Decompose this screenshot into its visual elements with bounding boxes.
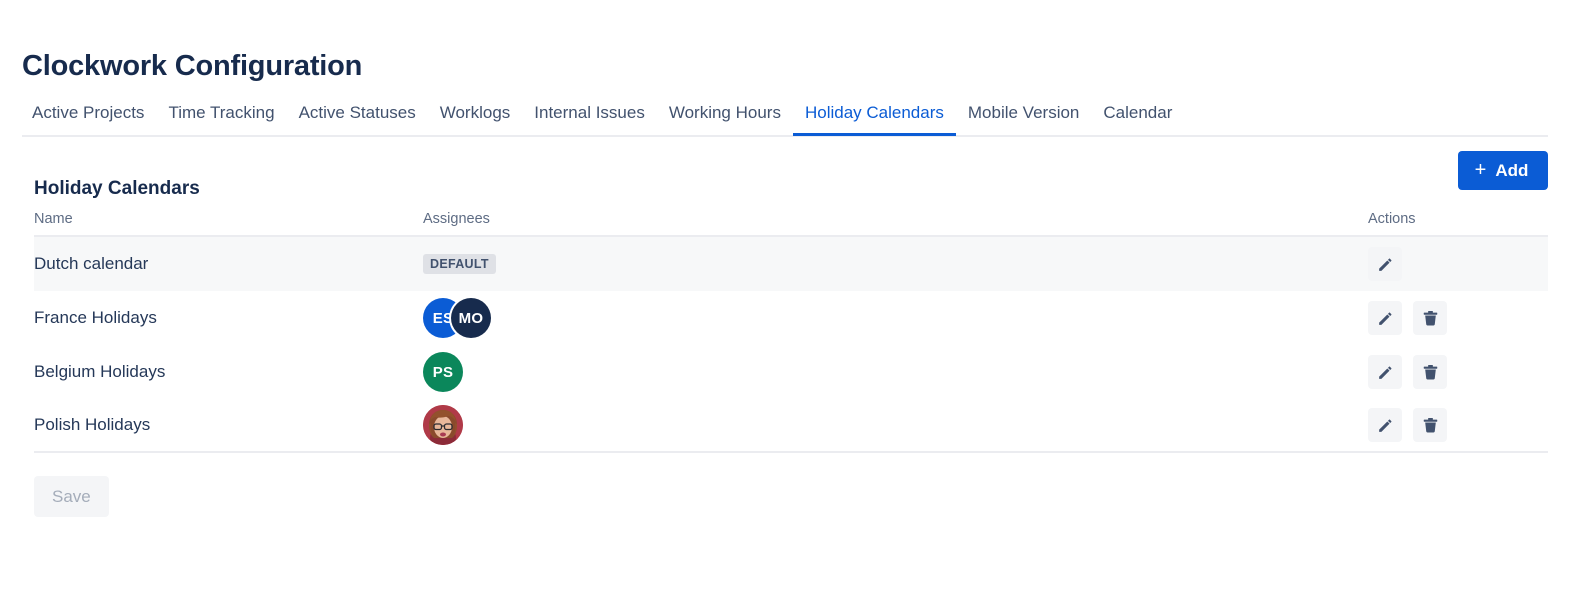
cell-actions [1368, 408, 1548, 442]
table-row[interactable]: Belgium Holidays PS [34, 345, 1548, 399]
table-row[interactable]: Polish Holidays [34, 399, 1548, 453]
tab-working-hours[interactable]: Working Hours [657, 103, 793, 134]
avatar-group: PS [423, 352, 1368, 392]
cell-name: Dutch calendar [34, 253, 423, 275]
delete-button[interactable] [1413, 355, 1447, 389]
tab-time-tracking[interactable]: Time Tracking [156, 103, 286, 134]
tab-calendar[interactable]: Calendar [1091, 103, 1184, 134]
tab-holiday-calendars[interactable]: Holiday Calendars [793, 103, 956, 134]
cell-assignees: PS [423, 352, 1368, 392]
calendar-name: Polish Holidays [34, 415, 150, 434]
tab-bar: Active ProjectsTime TrackingActive Statu… [22, 103, 1548, 137]
pencil-icon [1376, 255, 1395, 274]
tab-mobile-version[interactable]: Mobile Version [956, 103, 1092, 134]
cell-name: Polish Holidays [34, 414, 423, 436]
edit-button[interactable] [1368, 355, 1402, 389]
tab-active-statuses[interactable]: Active Statuses [287, 103, 428, 134]
add-button-label: Add [1495, 161, 1528, 181]
pencil-icon [1376, 416, 1395, 435]
cell-actions [1368, 355, 1548, 389]
avatar-group [423, 405, 1368, 445]
avatar[interactable] [423, 405, 463, 445]
trash-icon [1421, 309, 1440, 328]
column-header-actions: Actions [1368, 210, 1548, 228]
page-title: Clockwork Configuration [22, 47, 362, 85]
cell-name: France Holidays [34, 307, 423, 329]
trash-icon [1421, 416, 1440, 435]
avatar-initials: MO [459, 310, 484, 327]
calendar-name: Dutch calendar [34, 254, 148, 273]
table-header-row: Name Assignees Actions [34, 205, 1548, 237]
tab-internal-issues[interactable]: Internal Issues [522, 103, 657, 134]
cell-actions [1368, 247, 1548, 281]
edit-button[interactable] [1368, 247, 1402, 281]
cell-assignees: DEFAULT [423, 254, 1368, 274]
add-button[interactable]: + Add [1458, 151, 1548, 190]
pencil-icon [1376, 309, 1395, 328]
row-actions [1368, 247, 1548, 281]
holiday-calendars-table: Name Assignees Actions Dutch calendar DEF… [34, 205, 1548, 453]
pencil-icon [1376, 363, 1395, 382]
table-body: Dutch calendar DEFAULT France Holidays ESMO… [34, 237, 1548, 453]
table-row[interactable]: France Holidays ESMO [34, 291, 1548, 345]
tab-worklogs[interactable]: Worklogs [428, 103, 523, 134]
edit-button[interactable] [1368, 301, 1402, 335]
cell-name: Belgium Holidays [34, 361, 423, 383]
delete-button[interactable] [1413, 301, 1447, 335]
cell-assignees: ESMO [423, 298, 1368, 338]
delete-button[interactable] [1413, 408, 1447, 442]
cell-actions [1368, 301, 1548, 335]
column-header-assignees: Assignees [423, 210, 1368, 228]
section-heading: Holiday Calendars [34, 177, 200, 201]
plus-icon: + [1475, 160, 1487, 180]
row-actions [1368, 408, 1548, 442]
trash-icon [1421, 363, 1440, 382]
avatar[interactable]: PS [423, 352, 463, 392]
avatar-group: ESMO [423, 298, 1368, 338]
tab-active-projects[interactable]: Active Projects [22, 103, 156, 134]
calendar-name: France Holidays [34, 308, 157, 327]
avatar-initials: PS [433, 364, 454, 381]
table-row[interactable]: Dutch calendar DEFAULT [34, 237, 1548, 291]
save-button[interactable]: Save [34, 476, 109, 517]
row-actions [1368, 355, 1548, 389]
avatar[interactable]: MO [451, 298, 491, 338]
cell-assignees [423, 405, 1368, 445]
edit-button[interactable] [1368, 408, 1402, 442]
configuration-page: Clockwork Configuration Active ProjectsT… [0, 0, 1569, 599]
row-actions [1368, 301, 1548, 335]
calendar-name: Belgium Holidays [34, 362, 165, 381]
status-badge: DEFAULT [423, 254, 496, 274]
column-header-name: Name [34, 210, 423, 228]
